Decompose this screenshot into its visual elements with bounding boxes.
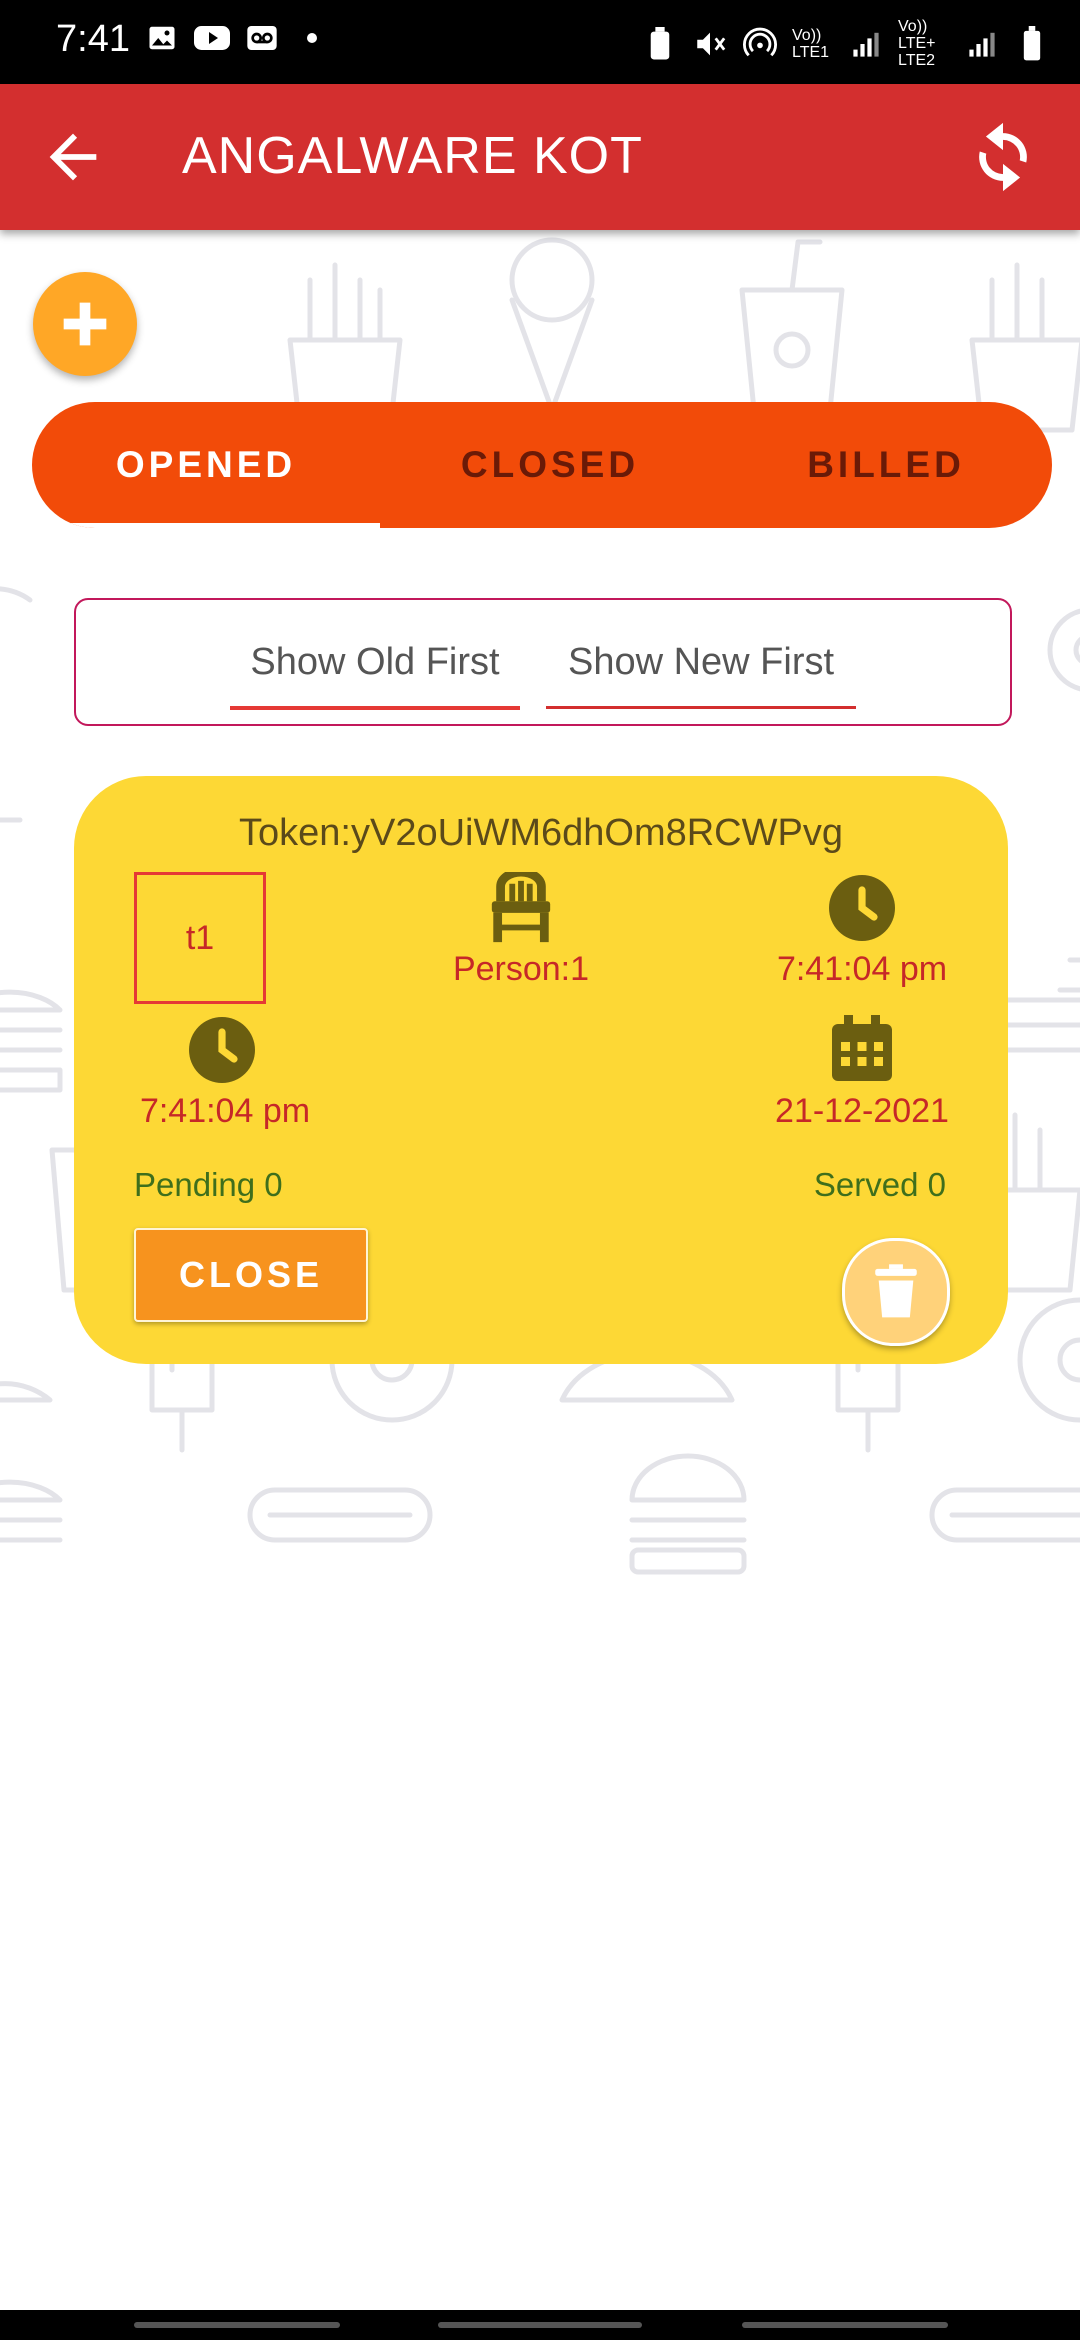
delete-order-button[interactable] [842, 1238, 950, 1346]
token-label: Token:yV2oUiWM6dhOm8RCWPvg [239, 812, 843, 854]
tab-indicator [32, 523, 380, 528]
ice-cream-icon [509, 237, 595, 413]
system-icons: Vo)) LTE1 Vo)) LTE+ LTE2 [642, 18, 1050, 69]
signal-icon-1 [848, 26, 884, 62]
battery-saver-icon [642, 26, 678, 62]
tab-closed[interactable]: CLOSED [380, 402, 720, 528]
taco-icon [0, 586, 33, 603]
refresh-button[interactable] [962, 116, 1044, 198]
battery-icon [1014, 25, 1050, 62]
clock-icon [189, 1017, 255, 1083]
status-time: 7:41 [56, 18, 130, 60]
add-order-button[interactable] [33, 272, 137, 376]
nav-handle-right[interactable] [742, 2322, 948, 2328]
sort-toggle: Show Old First Show New First [74, 598, 1012, 726]
status-tabs: OPENED CLOSED BILLED [32, 402, 1052, 528]
youtube-icon [194, 20, 230, 56]
order-card[interactable]: Token:yV2oUiWM6dhOm8RCWPvg t1 Person:1 7… [74, 776, 1008, 1364]
nav-handle-center[interactable] [438, 2322, 642, 2328]
sim2-label: Vo)) LTE+ LTE2 [898, 18, 936, 69]
arrow-left-icon [49, 133, 97, 181]
hotspot-icon [742, 26, 778, 62]
app-bar: ANGALWARE KOT [0, 84, 1080, 230]
pending-count: Pending 0 [134, 1166, 283, 1203]
show-old-first-button[interactable]: Show Old First [230, 618, 520, 710]
taco-icon [0, 1381, 53, 1403]
mute-icon [692, 26, 728, 62]
plus-icon [63, 302, 107, 346]
updated-time: 7:41:04 pm [139, 1092, 311, 1130]
table-number: t1 [134, 872, 266, 1004]
chair-icon [491, 872, 551, 943]
back-button[interactable] [38, 122, 108, 192]
cup-icon [739, 239, 845, 413]
show-new-first-button[interactable]: Show New First [546, 618, 856, 709]
notification-icons [144, 20, 330, 56]
page-title: ANGALWARE KOT [182, 127, 643, 185]
calendar-icon [832, 1015, 892, 1081]
sim1-label: Vo)) LTE1 [792, 26, 830, 61]
tab-opened[interactable]: OPENED [32, 402, 380, 528]
hotdog-icon [929, 1487, 1080, 1543]
tab-billed[interactable]: BILLED [720, 402, 1052, 528]
hotdog-icon [247, 1487, 433, 1543]
person-count: Person:1 [452, 950, 590, 988]
nav-handle-left[interactable] [134, 2322, 340, 2328]
status-bar: 7:41 Vo)) LTE1 Vo)) LTE+ LTE2 [0, 0, 1080, 84]
voicemail-icon [244, 20, 280, 56]
served-count: Served 0 [813, 1166, 946, 1203]
gallery-icon [144, 20, 180, 56]
burger-icon [1057, 957, 1080, 993]
close-order-button[interactable]: CLOSE [134, 1228, 368, 1322]
trash-icon [875, 1264, 917, 1318]
burger-icon [629, 1453, 747, 1575]
clock-icon [829, 875, 895, 941]
dot-icon [294, 20, 330, 56]
donut-icon [1017, 1297, 1080, 1423]
burger-icon [0, 989, 63, 1093]
refresh-icon [979, 122, 1027, 192]
donut-icon [1047, 608, 1080, 692]
gesture-nav-bar [0, 2310, 1080, 2340]
order-time: 7:41:04 pm [776, 950, 948, 988]
order-date: 21-12-2021 [775, 1092, 949, 1130]
burger-icon [0, 1479, 63, 1543]
signal-icon-2 [964, 26, 1000, 62]
